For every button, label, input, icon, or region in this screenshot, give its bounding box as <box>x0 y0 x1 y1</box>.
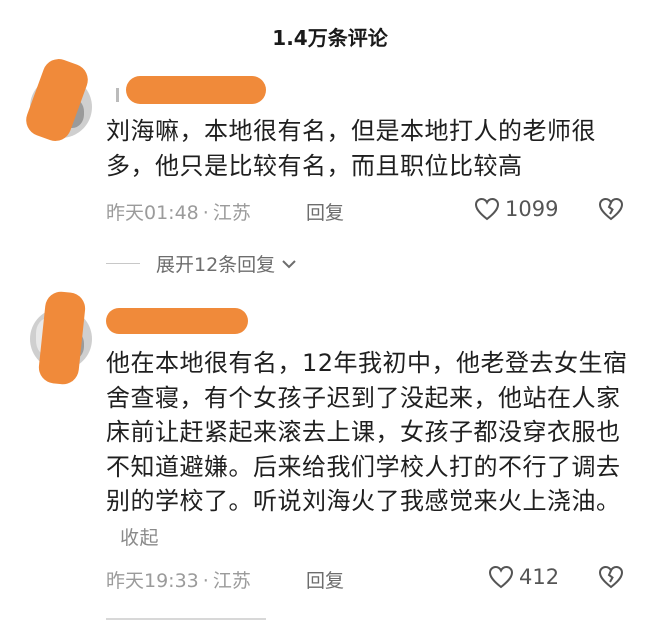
comment-time: 昨天19:33 <box>106 570 199 592</box>
comment-location: 江苏 <box>212 570 251 592</box>
like-count: 412 <box>519 565 560 589</box>
like-button[interactable]: 1099 <box>474 197 558 221</box>
username-redaction <box>126 76 266 104</box>
reply-button[interactable]: 回复 <box>306 566 344 593</box>
expand-replies-label: 展开12条回复 <box>156 254 276 276</box>
comment-location: 江苏 <box>212 202 251 224</box>
username-divider <box>116 88 119 102</box>
dislike-button[interactable] <box>598 565 624 593</box>
heart-outline-icon <box>488 565 514 589</box>
like-button[interactable]: 412 <box>488 565 559 589</box>
comment-text: 刘海嘛，本地很有名，但是本地打人的老师很多，他只是比较有名，而且职位比较高 <box>106 114 636 183</box>
redaction-mark <box>37 290 87 386</box>
comment-body: 刘海嘛，本地很有名，但是本地打人的老师很多，他只是比较有名，而且职位比较高 <box>106 117 596 180</box>
like-count: 1099 <box>505 197 559 221</box>
reply-button[interactable]: 回复 <box>306 198 344 225</box>
broken-heart-icon <box>598 565 624 589</box>
collapse-button[interactable]: 收起 <box>120 527 159 549</box>
comment-meta: 昨天19:33 · 江苏 <box>106 570 251 592</box>
divider <box>106 263 140 264</box>
dislike-button[interactable] <box>598 197 624 225</box>
comment-time: 昨天01:48 <box>106 202 199 224</box>
expand-replies-button[interactable]: 展开12条回复 <box>106 250 297 277</box>
comment-body: 他在本地很有名，12年我初中，他老登去女生宿舍查寝，有个女孩子迟到了没起来，他站… <box>106 349 628 515</box>
comment-text: 他在本地很有名，12年我初中，他老登去女生宿舍查寝，有个女孩子迟到了没起来，他站… <box>106 346 636 555</box>
broken-heart-icon <box>598 197 624 221</box>
comment-meta: 昨天01:48 · 江苏 <box>106 202 251 224</box>
next-item-partial <box>106 612 286 620</box>
username-redaction <box>106 308 248 334</box>
chevron-down-icon <box>282 259 296 268</box>
comments-header: 1.4万条评论 <box>272 26 388 50</box>
heart-outline-icon <box>474 197 500 221</box>
